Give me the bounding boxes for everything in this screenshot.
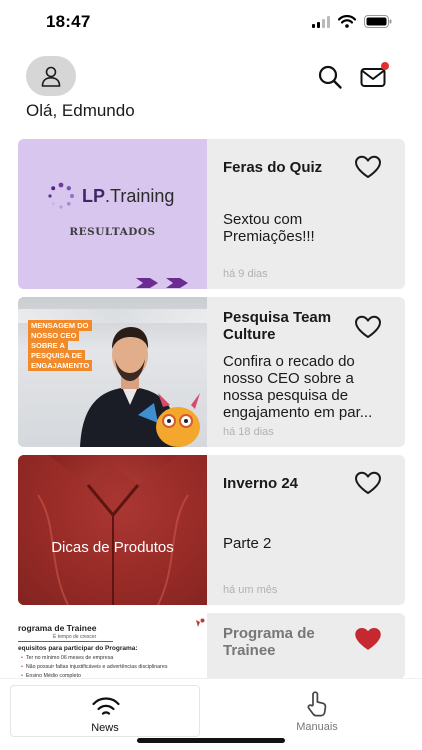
card-title: Feras do Quiz — [223, 159, 323, 176]
doc-item: Não possuir faltas injustificáveis e adv… — [21, 664, 168, 670]
card-thumbnail: MENSAGEM DO NOSSO CEO SOBRE A PESQUISA D… — [18, 297, 207, 447]
doc-item: Ter no mínimo 06 meses de empresa — [21, 655, 113, 661]
notification-dot — [381, 62, 389, 70]
signal-icon — [312, 15, 330, 28]
brand-mark-icon — [196, 618, 205, 627]
lp-training-logo: LP.Training — [46, 181, 174, 211]
wifi-icon — [338, 15, 356, 28]
tab-label: Manuais — [296, 721, 338, 733]
heart-outline-icon[interactable] — [354, 315, 382, 339]
doc-subtitle: É tempo de crescer — [53, 634, 97, 640]
status-bar: 18:47 — [0, 0, 422, 46]
news-card[interactable]: MENSAGEM DO NOSSO CEO SOBRE A PESQUISA D… — [18, 297, 405, 447]
card-title: Inverno 24 — [223, 475, 299, 492]
heart-filled-icon[interactable] — [354, 627, 382, 651]
thumbnail-caption: Dicas de Produtos — [51, 539, 174, 556]
card-thumbnail: LP.Training RESULTADOS — [18, 139, 207, 289]
heart-outline-icon[interactable] — [354, 155, 382, 179]
spinner-logo-icon — [48, 182, 74, 209]
status-time: 18:47 — [46, 12, 91, 31]
tab-news[interactable]: News — [10, 685, 200, 737]
double-chevron-icon — [136, 278, 188, 288]
card-title: Programa de Trainee — [223, 625, 315, 659]
card-title: Pesquisa Team Culture — [223, 309, 332, 343]
battery-icon — [364, 15, 392, 28]
leather-jacket-illustration — [18, 455, 207, 605]
doc-divider — [18, 641, 113, 642]
avatar-person-icon — [41, 66, 61, 87]
avatar[interactable] — [26, 56, 76, 96]
card-thumbnail: Dicas de Produtos — [18, 455, 207, 605]
card-description: Parte 2 — [223, 535, 272, 552]
wifi-signal-icon — [92, 697, 120, 715]
news-card[interactable]: Dicas de Produtos Inverno 24 Parte 2 há … — [18, 455, 405, 605]
tab-label: News — [91, 722, 119, 734]
greeting: Olá, Edmundo — [26, 101, 135, 120]
card-date: há um mês — [223, 584, 278, 596]
doc-requirements: equisitos para participar do Programa: — [18, 645, 138, 652]
card-date: há 9 dias — [223, 268, 268, 280]
mail-button[interactable] — [359, 62, 389, 90]
heart-outline-icon[interactable] — [354, 471, 382, 495]
thumbnail-caption: RESULTADOS — [69, 226, 156, 238]
ceo-photo-illustration — [80, 327, 200, 447]
home-indicator — [137, 738, 285, 743]
tab-manuais[interactable]: Manuais — [222, 685, 412, 737]
card-thumbnail: rograma de Trainee É tempo de crescer eq… — [18, 613, 207, 679]
card-description: Sextou com Premiações!!! — [223, 211, 315, 245]
search-button[interactable] — [316, 64, 344, 90]
hand-pointer-icon — [307, 691, 327, 717]
news-card[interactable]: LP.Training RESULTADOS Feras do Quiz Sex… — [18, 139, 405, 289]
doc-title: rograma de Trainee — [18, 623, 97, 633]
card-description: Confira o recado do nosso CEO sobre a no… — [223, 353, 373, 421]
news-card[interactable]: rograma de Trainee É tempo de crescer eq… — [18, 613, 405, 679]
logo-text: LP.Training — [82, 185, 175, 206]
card-date: há 18 dias — [223, 426, 274, 438]
status-icons — [312, 15, 392, 28]
search-icon — [318, 65, 342, 89]
